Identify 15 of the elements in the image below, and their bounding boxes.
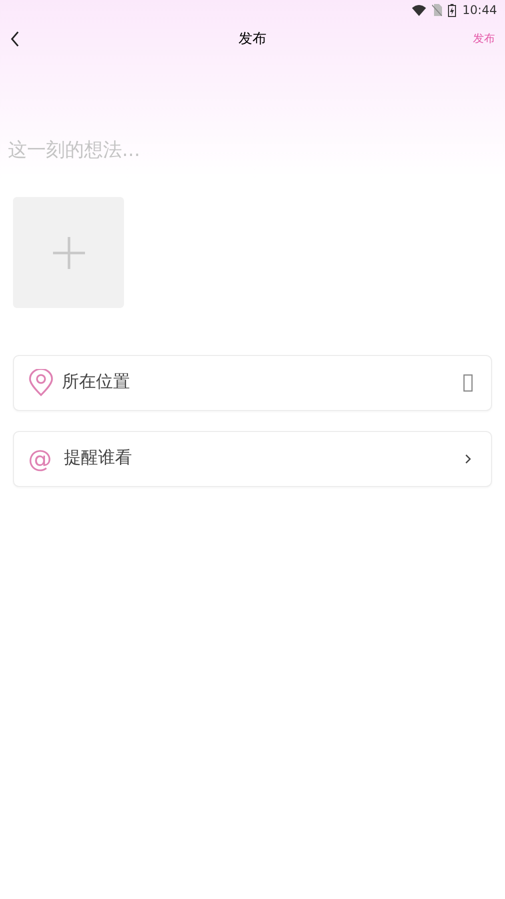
page-title: 发布 xyxy=(238,30,266,48)
chevron-right-icon xyxy=(465,454,471,464)
option-label: 提醒谁看 xyxy=(64,447,132,470)
missing-glyph-icon xyxy=(463,374,473,392)
post-text-field[interactable]: 这一刻的想法... xyxy=(8,136,488,164)
at-sign: @ xyxy=(28,447,52,471)
mention-row[interactable]: @ 提醒谁看 xyxy=(13,431,492,487)
option-label: 所在位置 xyxy=(62,371,130,394)
location-row[interactable]: 所在位置 xyxy=(13,355,492,411)
wifi-icon xyxy=(412,4,426,16)
no-sim-icon xyxy=(432,4,442,16)
status-time: 10:44 xyxy=(462,2,497,19)
battery-icon xyxy=(448,4,456,16)
location-pin-icon xyxy=(28,369,54,397)
plus-icon xyxy=(50,234,86,270)
